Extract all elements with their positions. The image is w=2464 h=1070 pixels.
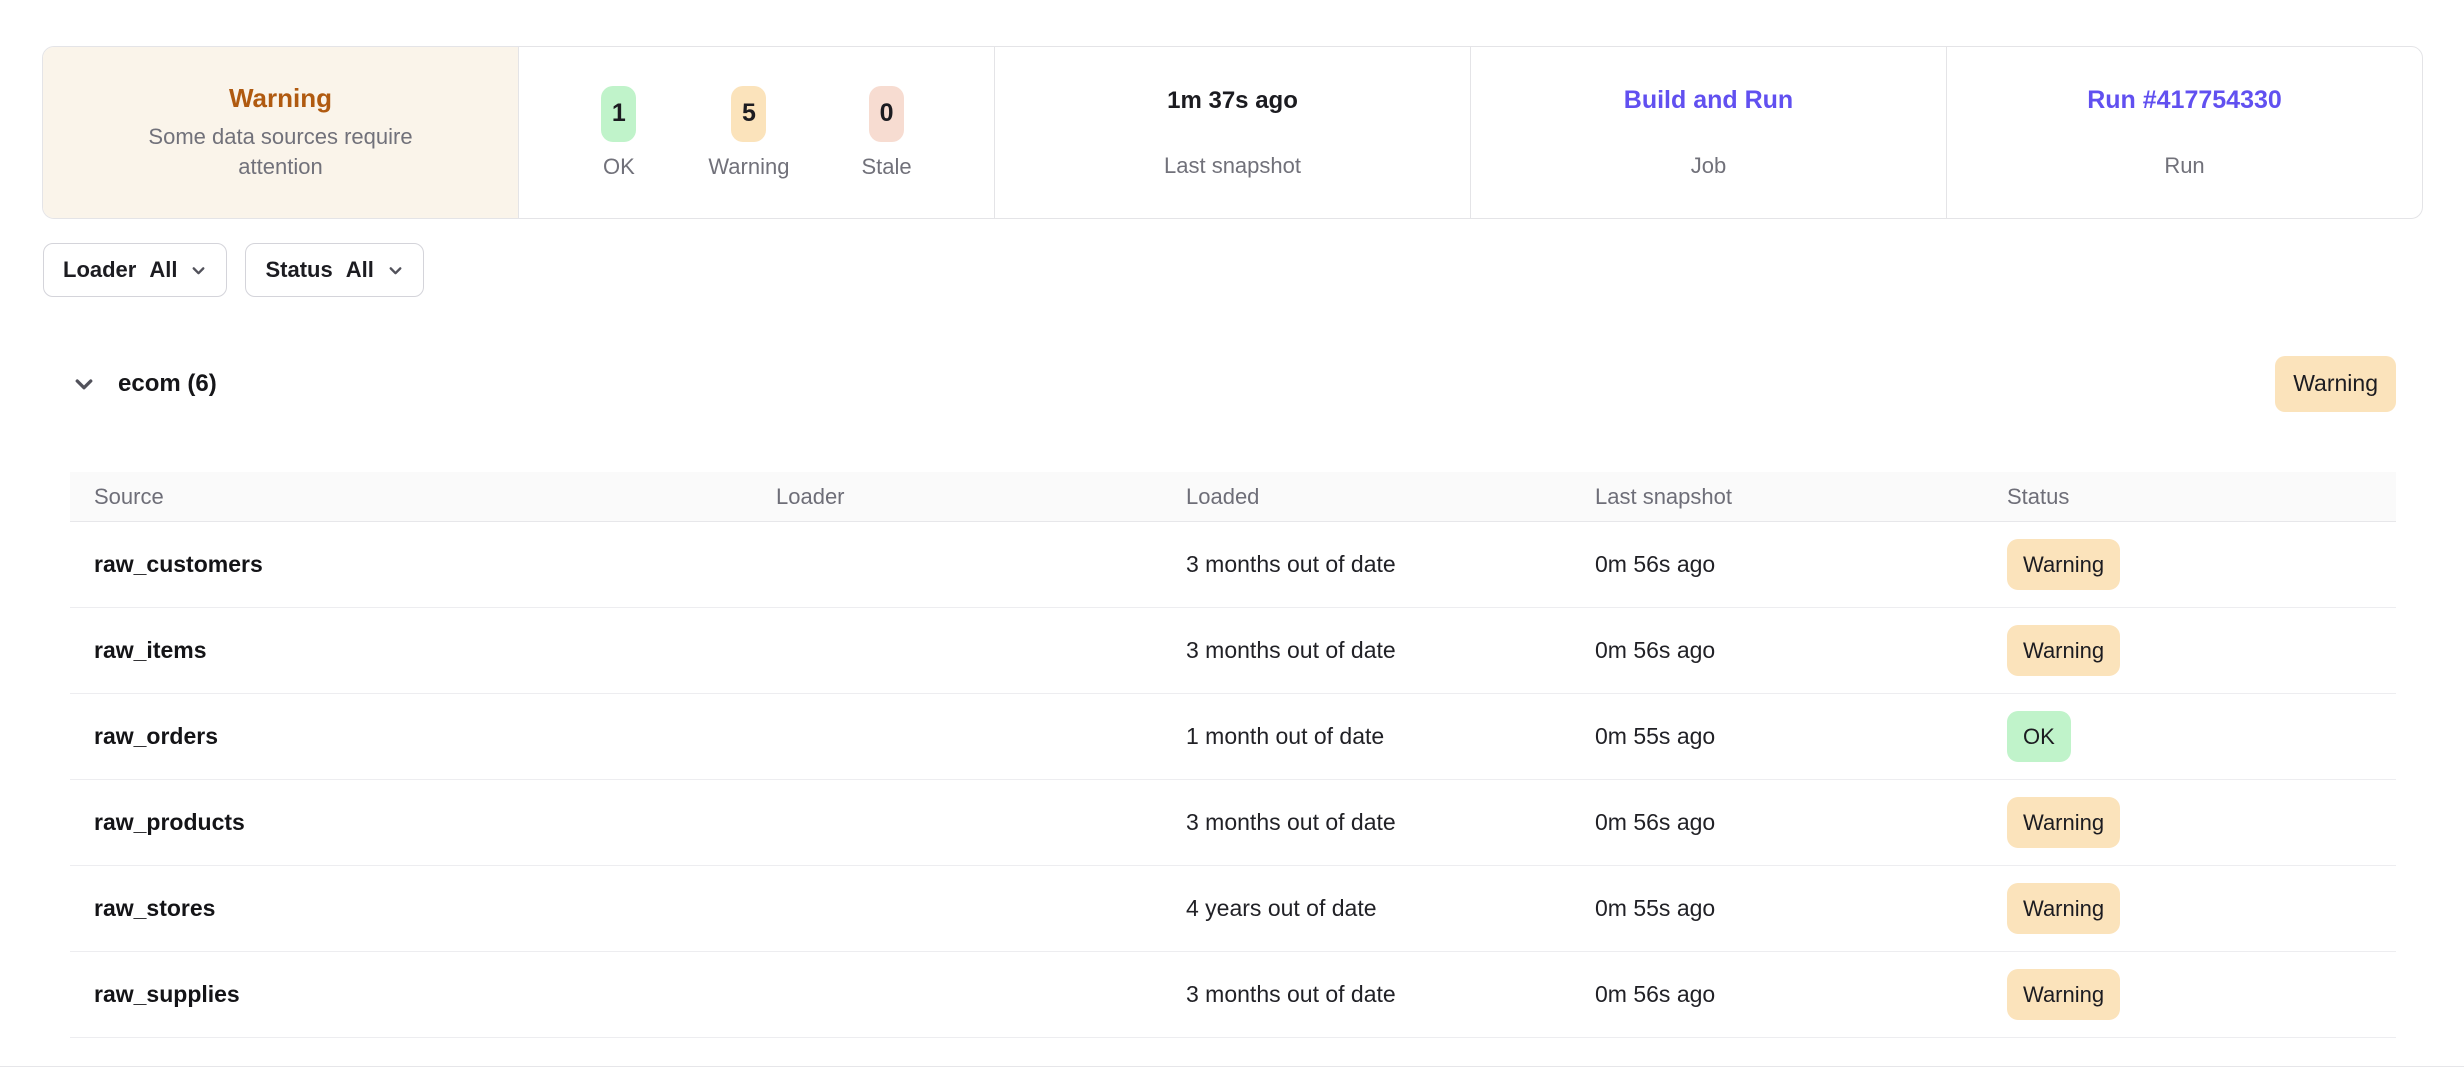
- stat-stale-count: 0: [869, 86, 904, 142]
- source-name: raw_items: [70, 637, 752, 664]
- status-badge: Warning: [2007, 539, 2120, 591]
- loader-filter-dropdown[interactable]: Loader All: [43, 243, 227, 297]
- status-badge: Warning: [2007, 797, 2120, 849]
- loaded-cell: 3 months out of date: [1162, 551, 1571, 578]
- table-header-row: Source Loader Loaded Last snapshot Statu…: [70, 472, 2396, 522]
- status-filter-label: Status: [265, 257, 332, 283]
- last-snapshot-label: Last snapshot: [1164, 153, 1301, 179]
- stat-ok-label: OK: [603, 154, 635, 180]
- stat-warning: 5 Warning: [708, 86, 789, 180]
- last-snapshot-cell: 0m 56s ago: [1571, 809, 1983, 836]
- stat-ok-count: 1: [601, 86, 636, 142]
- column-header-source: Source: [70, 484, 752, 510]
- run-label: Run: [2164, 153, 2204, 179]
- last-snapshot-cell: 0m 55s ago: [1571, 723, 1983, 750]
- source-name: raw_customers: [70, 551, 752, 578]
- status-cell: OK: [1983, 711, 2396, 763]
- status-cell: Warning: [1983, 883, 2396, 935]
- chevron-down-icon[interactable]: [72, 372, 96, 396]
- overall-status-card: Warning Some data sources require attent…: [43, 47, 518, 218]
- stat-ok: 1 OK: [601, 86, 636, 180]
- loaded-cell: 3 months out of date: [1162, 809, 1571, 836]
- column-header-status: Status: [1983, 484, 2396, 510]
- status-cell: Warning: [1983, 539, 2396, 591]
- status-filter-value: All: [346, 257, 374, 283]
- run-card: Run #417754330 Run: [1946, 47, 2422, 218]
- status-badge: Warning: [2007, 969, 2120, 1021]
- chevron-down-icon: [190, 262, 207, 279]
- source-name: raw_supplies: [70, 981, 752, 1008]
- stat-warning-label: Warning: [708, 154, 789, 180]
- group-header-ecom[interactable]: ecom (6) Warning: [70, 357, 2396, 411]
- status-badge: Warning: [2007, 625, 2120, 677]
- status-counts-card: 1 OK 5 Warning 0 Stale: [518, 47, 994, 218]
- last-snapshot-cell: 0m 55s ago: [1571, 895, 1983, 922]
- status-cell: Warning: [1983, 797, 2396, 849]
- column-header-loaded: Loaded: [1162, 484, 1571, 510]
- loader-filter-label: Loader: [63, 257, 136, 283]
- next-group-divider: [0, 1066, 2464, 1067]
- source-name: raw_orders: [70, 723, 752, 750]
- summary-bar: Warning Some data sources require attent…: [42, 46, 2423, 219]
- overall-status-subtitle: Some data sources require attention: [111, 122, 451, 182]
- last-snapshot-cell: 0m 56s ago: [1571, 981, 1983, 1008]
- group-title: ecom (6): [118, 370, 217, 398]
- loader-filter-value: All: [149, 257, 177, 283]
- last-snapshot-cell: 0m 56s ago: [1571, 551, 1983, 578]
- sources-table: Source Loader Loaded Last snapshot Statu…: [70, 472, 2396, 1038]
- status-filter-dropdown[interactable]: Status All: [245, 243, 423, 297]
- last-snapshot-cell: 0m 56s ago: [1571, 637, 1983, 664]
- stat-stale: 0 Stale: [861, 86, 911, 180]
- last-snapshot-value: 1m 37s ago: [1167, 87, 1298, 115]
- table-row: raw_products 3 months out of date 0m 56s…: [70, 780, 2396, 866]
- status-cell: Warning: [1983, 625, 2396, 677]
- source-name: raw_products: [70, 809, 752, 836]
- loaded-cell: 3 months out of date: [1162, 981, 1571, 1008]
- column-header-loader: Loader: [752, 484, 1162, 510]
- source-name: raw_stores: [70, 895, 752, 922]
- stat-stale-label: Stale: [861, 154, 911, 180]
- column-header-last-snapshot: Last snapshot: [1571, 484, 1983, 510]
- status-cell: Warning: [1983, 969, 2396, 1021]
- table-row: raw_supplies 3 months out of date 0m 56s…: [70, 952, 2396, 1038]
- run-link[interactable]: Run #417754330: [2087, 86, 2282, 115]
- status-badge: OK: [2007, 711, 2071, 763]
- chevron-down-icon: [387, 262, 404, 279]
- sources-section: ecom (6) Warning Source Loader Loaded La…: [70, 357, 2396, 1038]
- job-label: Job: [1691, 153, 1726, 179]
- loaded-cell: 4 years out of date: [1162, 895, 1571, 922]
- job-link[interactable]: Build and Run: [1624, 86, 1793, 115]
- status-badge: Warning: [2007, 883, 2120, 935]
- job-card: Build and Run Job: [1470, 47, 1946, 218]
- stat-warning-count: 5: [731, 86, 766, 142]
- table-row: raw_items 3 months out of date 0m 56s ag…: [70, 608, 2396, 694]
- overall-status-title: Warning: [229, 83, 332, 114]
- table-row: raw_customers 3 months out of date 0m 56…: [70, 522, 2396, 608]
- filter-bar: Loader All Status All: [43, 243, 424, 297]
- loaded-cell: 1 month out of date: [1162, 723, 1571, 750]
- table-row: raw_orders 1 month out of date 0m 55s ag…: [70, 694, 2396, 780]
- last-snapshot-card: 1m 37s ago Last snapshot: [994, 47, 1470, 218]
- loaded-cell: 3 months out of date: [1162, 637, 1571, 664]
- table-row: raw_stores 4 years out of date 0m 55s ag…: [70, 866, 2396, 952]
- group-status-badge: Warning: [2275, 356, 2396, 411]
